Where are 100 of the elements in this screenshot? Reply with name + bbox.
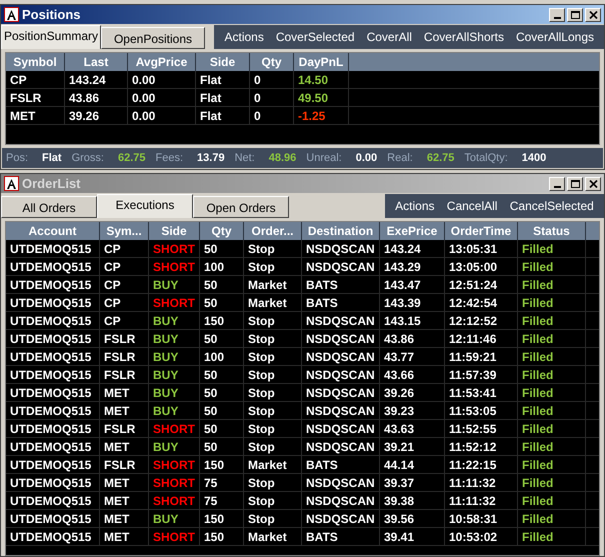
column-header[interactable]: Side [196, 53, 250, 71]
summary-value: 13.79 [197, 150, 225, 166]
table-cell: SHORT [153, 476, 195, 490]
maximize-icon [570, 10, 580, 18]
table-cell: FSLR [104, 368, 136, 382]
summary-label: Gross: [72, 150, 104, 166]
table-cell: UTDEMOQ515 [10, 314, 92, 328]
table-cell: 39.41 [384, 530, 414, 544]
table-cell: NSDQSCAN [306, 422, 375, 436]
table-cell: Filled [522, 440, 554, 454]
table-cell: 43.77 [384, 350, 414, 364]
table-cell: UTDEMOQ515 [10, 278, 92, 292]
column-header[interactable]: AvgPrice [128, 53, 196, 71]
column-header[interactable]: Qty [200, 222, 244, 240]
table-cell: 50 [204, 440, 218, 454]
table-cell: NSDQSCAN [306, 386, 375, 400]
table-cell: MET [104, 494, 130, 508]
table-cell: 150 [204, 530, 224, 544]
table-cell: Filled [522, 512, 554, 526]
column-header[interactable]: Sym... [100, 222, 149, 240]
column-header[interactable]: Side [149, 222, 200, 240]
column-header[interactable]: Symbol [6, 53, 65, 71]
summary-label: Real: [387, 150, 413, 166]
column-header[interactable]: Destination [302, 222, 380, 240]
close-button[interactable] [585, 176, 601, 190]
summary-value: 62.75 [118, 150, 146, 166]
minimize-icon [554, 186, 560, 188]
action-button[interactable]: CoverAll [362, 28, 416, 46]
summary-label: Pos: [6, 150, 28, 166]
table-cell: UTDEMOQ515 [10, 242, 92, 256]
minimize-button[interactable] [549, 176, 565, 190]
action-button[interactable]: CoverAllShorts [420, 28, 508, 46]
table-cell: Filled [522, 386, 554, 400]
column-header[interactable]: DayPnL [294, 53, 349, 71]
table-cell: 39.23 [384, 404, 414, 418]
table-cell: 150 [204, 512, 224, 526]
table-cell: UTDEMOQ515 [10, 350, 92, 364]
table-cell: CP [10, 73, 27, 87]
table-cell: FSLR [10, 91, 42, 105]
table-cell: Filled [522, 332, 554, 346]
action-button[interactable]: CancelAll [442, 197, 502, 215]
table-cell: 50 [204, 422, 218, 436]
table-cell: 39.26 [384, 386, 414, 400]
column-header[interactable]: Order... [244, 222, 302, 240]
tab[interactable]: Executions [97, 194, 193, 218]
table-cell: Filled [522, 458, 554, 472]
table-cell: NSDQSCAN [306, 242, 375, 256]
action-button[interactable]: CancelSelected [506, 197, 598, 215]
table-cell: 50 [204, 386, 218, 400]
table-cell: 0 [254, 109, 261, 123]
table-cell: Market [248, 458, 287, 472]
maximize-button[interactable] [567, 176, 583, 190]
table-cell: MET [104, 530, 130, 544]
column-header[interactable]: Account [6, 222, 100, 240]
table-cell: 14.50 [298, 73, 328, 87]
table-cell: 50 [204, 368, 218, 382]
maximize-button[interactable] [567, 8, 583, 22]
action-button[interactable]: CoverSelected [272, 28, 359, 46]
table-cell: BATS [306, 278, 338, 292]
table-cell: NSDQSCAN [306, 494, 375, 508]
column-header[interactable]: OrderTime [445, 222, 518, 240]
table-cell: FSLR [104, 458, 136, 472]
table-cell: 75 [204, 476, 218, 490]
column-header[interactable]: ExePrice [380, 222, 445, 240]
table-cell: 11:11:32 [449, 476, 496, 490]
table-cell: BUY [153, 404, 178, 418]
table-cell: 0.00 [132, 91, 156, 105]
minimize-button[interactable] [549, 8, 565, 22]
table-cell: Stop [248, 332, 275, 346]
action-button[interactable]: CoverAllLongs [512, 28, 598, 46]
table-cell: UTDEMOQ515 [10, 476, 92, 490]
column-header[interactable]: Status [518, 222, 586, 240]
tab[interactable]: PositionSummary [1, 25, 101, 49]
window-title: OrderList [22, 174, 81, 193]
table-cell: 150 [204, 314, 224, 328]
table-cell: Filled [522, 494, 554, 508]
table-cell: Market [248, 278, 287, 292]
table-cell: MET [104, 404, 130, 418]
column-header[interactable]: Qty [250, 53, 294, 71]
summary-label: Net: [234, 150, 255, 166]
table-cell: UTDEMOQ515 [10, 332, 92, 346]
close-button[interactable] [585, 8, 601, 22]
tab[interactable]: OpenPositions [101, 27, 205, 49]
table-cell: SHORT [153, 242, 195, 256]
table-cell: SHORT [153, 296, 195, 310]
window-title: Positions [22, 6, 81, 24]
table-cell: Stop [248, 476, 275, 490]
tab[interactable]: All Orders [1, 196, 97, 218]
close-icon [588, 180, 598, 188]
table-cell: 143.15 [384, 314, 421, 328]
column-header[interactable]: Last [65, 53, 128, 71]
table-cell: 11:52:12 [449, 440, 496, 454]
table-cell: NSDQSCAN [306, 440, 375, 454]
action-button[interactable]: Actions [391, 197, 438, 215]
action-button[interactable]: Actions [220, 28, 268, 46]
table-cell: 44.14 [384, 458, 414, 472]
summary-label: TotalQty: [464, 150, 508, 166]
table-cell: 143.24 [69, 73, 106, 87]
table-cell: 0 [254, 73, 261, 87]
tab[interactable]: Open Orders [193, 196, 289, 218]
